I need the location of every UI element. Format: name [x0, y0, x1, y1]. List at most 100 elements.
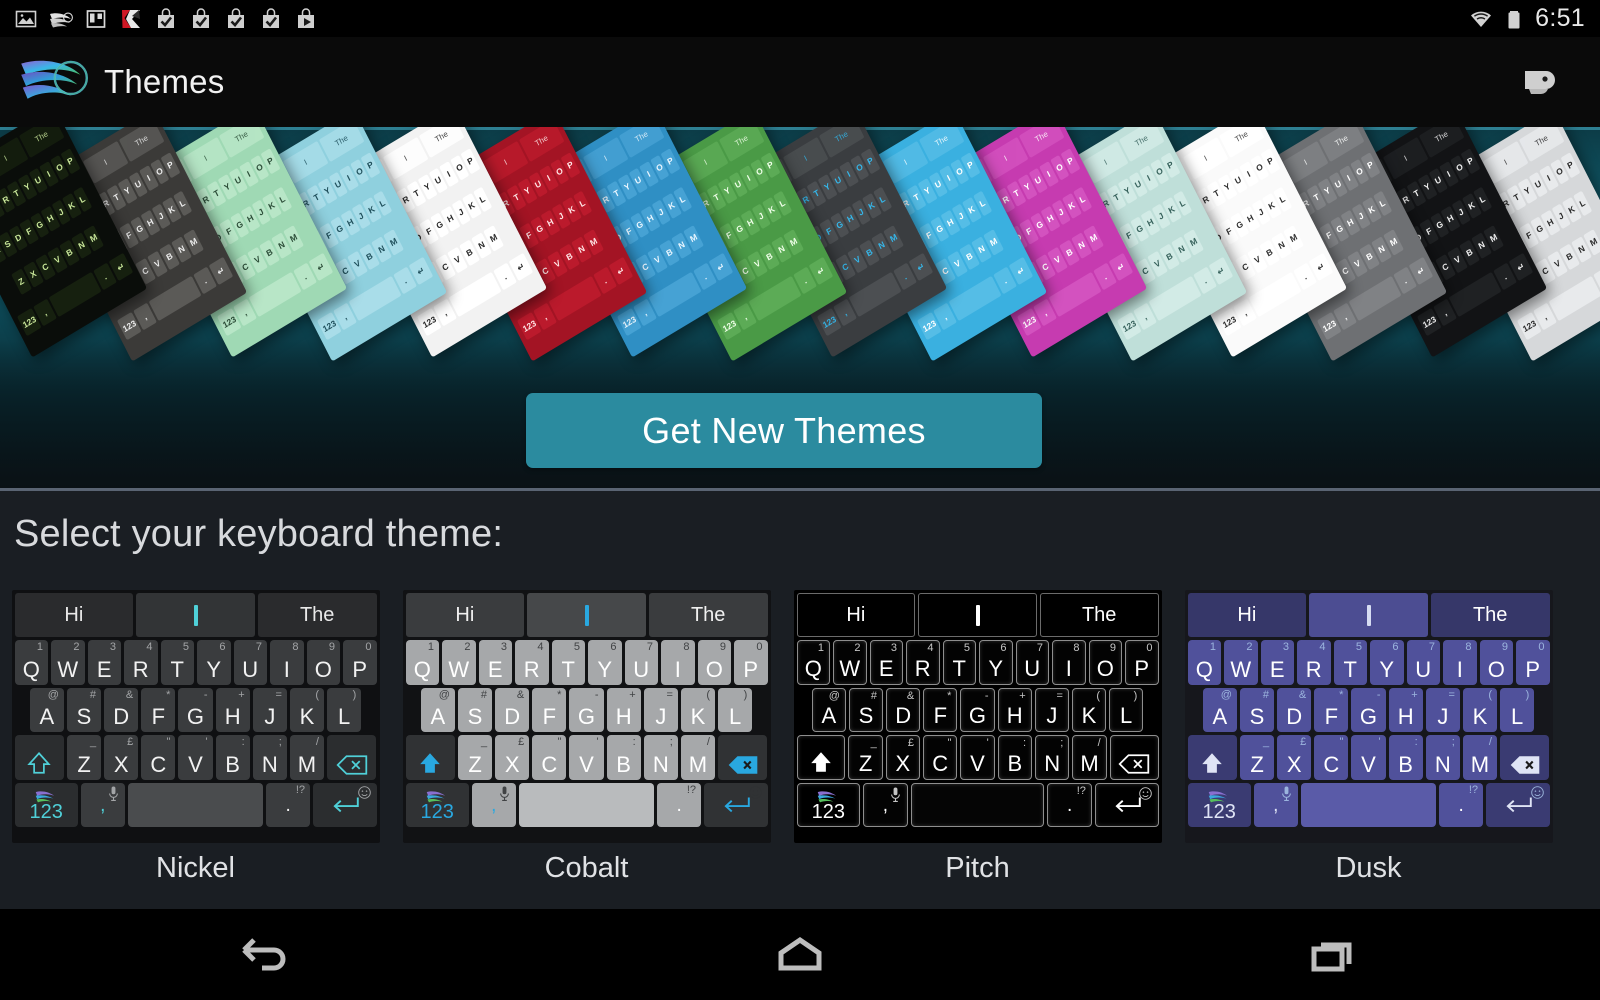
- key-A[interactable]: @ A: [420, 687, 455, 733]
- key-J[interactable]: = J: [1034, 687, 1069, 733]
- space-key[interactable]: [127, 782, 264, 828]
- period-key[interactable]: !?.: [657, 782, 702, 828]
- key-E[interactable]: 3E: [478, 640, 512, 685]
- prediction-middle[interactable]: [136, 593, 255, 638]
- key-H[interactable]: + H: [997, 687, 1032, 733]
- key-B[interactable]: :B: [997, 735, 1033, 780]
- key-C[interactable]: " C: [923, 735, 958, 780]
- key-H[interactable]: + H: [215, 687, 250, 733]
- key-P[interactable]: 0P: [734, 640, 768, 685]
- key-I[interactable]: 8I: [270, 640, 304, 685]
- key-Q[interactable]: 1Q: [14, 640, 48, 685]
- key-T[interactable]: 5T: [1333, 640, 1367, 685]
- backspace-key[interactable]: [717, 735, 768, 780]
- key-N[interactable]: ; N: [252, 735, 287, 780]
- key-R[interactable]: 4R: [515, 640, 549, 685]
- key-Z[interactable]: _ Z: [458, 735, 493, 780]
- key-L[interactable]: ) L: [1109, 687, 1144, 733]
- key-R[interactable]: 4R: [124, 640, 158, 685]
- key-Y[interactable]: 6Y: [588, 640, 622, 685]
- key-G[interactable]: -G: [960, 687, 995, 733]
- key-F[interactable]: * F: [141, 687, 176, 733]
- key-Y[interactable]: 6Y: [197, 640, 231, 685]
- key-A[interactable]: @ A: [1202, 687, 1237, 733]
- backspace-key[interactable]: [1109, 735, 1159, 780]
- key-C[interactable]: " C: [1314, 735, 1349, 780]
- key-D[interactable]: & D: [495, 687, 530, 733]
- prediction-middle[interactable]: [1309, 593, 1428, 638]
- emoji-icon[interactable]: [1138, 786, 1153, 804]
- key-V[interactable]: ' V: [569, 735, 604, 780]
- key-R[interactable]: 4R: [906, 640, 940, 685]
- theme-card-nickel[interactable]: Hi The 1 Q 2 W 3 E 4 R 5 T 6 Y 7 U 8 I 9 O 0 P @ A # S & D * F - G + H = J(…: [0, 590, 391, 890]
- key-G[interactable]: -G: [569, 687, 604, 733]
- prediction-right[interactable]: The: [1430, 593, 1550, 638]
- key-K[interactable]: (K: [289, 687, 325, 733]
- emoji-icon[interactable]: [1530, 785, 1545, 803]
- shift-key[interactable]: [1187, 735, 1237, 780]
- key-K[interactable]: (K: [1462, 687, 1498, 733]
- comma-key[interactable]: ,: [863, 782, 908, 828]
- key-B[interactable]: :B: [606, 735, 641, 780]
- key-Q[interactable]: 1Q: [796, 640, 830, 685]
- prediction-left[interactable]: Hi: [796, 593, 916, 638]
- tag-icon[interactable]: [1516, 59, 1562, 105]
- emoji-icon[interactable]: [748, 785, 763, 803]
- key-D[interactable]: & D: [886, 687, 921, 733]
- key-K[interactable]: (K: [680, 687, 716, 733]
- shift-key[interactable]: [14, 735, 64, 780]
- key-U[interactable]: 7U: [1015, 640, 1049, 685]
- key-S[interactable]: # S: [66, 687, 102, 733]
- emoji-icon[interactable]: [357, 785, 372, 803]
- prediction-right[interactable]: The: [1039, 593, 1159, 638]
- microphone-icon[interactable]: [889, 786, 902, 806]
- key-X[interactable]: £ X: [1277, 735, 1312, 780]
- key-W[interactable]: 2W: [833, 640, 867, 685]
- key-O[interactable]: 9O: [1088, 640, 1122, 685]
- key-B[interactable]: :B: [215, 735, 250, 780]
- theme-thumbnail-dusk[interactable]: Hi The 1 Q 2 W 3 E 4 R 5 T 6 Y 7 U 8 I 9 O 0 P @ A # S & D * F - G + H = J(…: [1184, 590, 1553, 843]
- key-C[interactable]: " C: [532, 735, 567, 780]
- key-G[interactable]: -G: [1351, 687, 1386, 733]
- key-T[interactable]: 5T: [551, 640, 585, 685]
- key-Y[interactable]: 6Y: [1370, 640, 1404, 685]
- theme-card-cobalt[interactable]: Hi The 1 Q 2 W 3 E 4 R 5 T 6 Y 7 U 8 I 9 O 0 P @ A # S & D * F - G + H = J(…: [391, 590, 782, 890]
- key-V[interactable]: ' V: [1351, 735, 1386, 780]
- key-J[interactable]: = J: [1425, 687, 1460, 733]
- prediction-middle[interactable]: [527, 593, 646, 638]
- key-R[interactable]: 4R: [1297, 640, 1331, 685]
- key-Y[interactable]: 6Y: [979, 640, 1013, 685]
- key-N[interactable]: ; N: [1035, 735, 1070, 780]
- comma-key[interactable]: ,: [471, 782, 516, 828]
- key-W[interactable]: 2W: [1224, 640, 1258, 685]
- key-P[interactable]: 0P: [343, 640, 377, 685]
- enter-key[interactable]: [1094, 782, 1159, 828]
- numeric-key[interactable]: 123: [14, 782, 78, 828]
- key-N[interactable]: ; N: [1425, 735, 1460, 780]
- prediction-right[interactable]: The: [257, 593, 377, 638]
- theme-thumbnail-cobalt[interactable]: Hi The 1 Q 2 W 3 E 4 R 5 T 6 Y 7 U 8 I 9 O 0 P @ A # S & D * F - G + H = J(…: [402, 590, 771, 843]
- key-F[interactable]: * F: [532, 687, 567, 733]
- theme-thumbnail-nickel[interactable]: Hi The 1 Q 2 W 3 E 4 R 5 T 6 Y 7 U 8 I 9 O 0 P @ A # S & D * F - G + H = J(…: [11, 590, 380, 843]
- key-T[interactable]: 5T: [160, 640, 194, 685]
- numeric-key[interactable]: 123: [1187, 782, 1251, 828]
- home-icon[interactable]: [740, 925, 860, 985]
- key-O[interactable]: 9O: [697, 640, 731, 685]
- backspace-key[interactable]: [1499, 735, 1550, 780]
- key-U[interactable]: 7U: [1406, 640, 1440, 685]
- key-G[interactable]: -G: [178, 687, 213, 733]
- key-W[interactable]: 2W: [51, 640, 85, 685]
- key-B[interactable]: :B: [1388, 735, 1423, 780]
- get-new-themes-button[interactable]: Get New Themes: [526, 393, 1042, 468]
- space-key[interactable]: [1300, 782, 1437, 828]
- numeric-key[interactable]: 123: [405, 782, 469, 828]
- key-J[interactable]: = J: [252, 687, 287, 733]
- key-W[interactable]: 2W: [442, 640, 476, 685]
- microphone-icon[interactable]: [107, 785, 120, 805]
- key-Q[interactable]: 1Q: [1187, 640, 1221, 685]
- theme-thumbnail-pitch[interactable]: Hi The 1 Q 2 W 3 E 4 R 5 T 6 Y 7 U 8 I 9 O 0 P @ A # S & D * F - G + H = J(…: [793, 590, 1162, 843]
- period-key[interactable]: !?.: [1439, 782, 1484, 828]
- comma-key[interactable]: ,: [1253, 782, 1298, 828]
- key-F[interactable]: * F: [1314, 687, 1349, 733]
- space-key[interactable]: [518, 782, 655, 828]
